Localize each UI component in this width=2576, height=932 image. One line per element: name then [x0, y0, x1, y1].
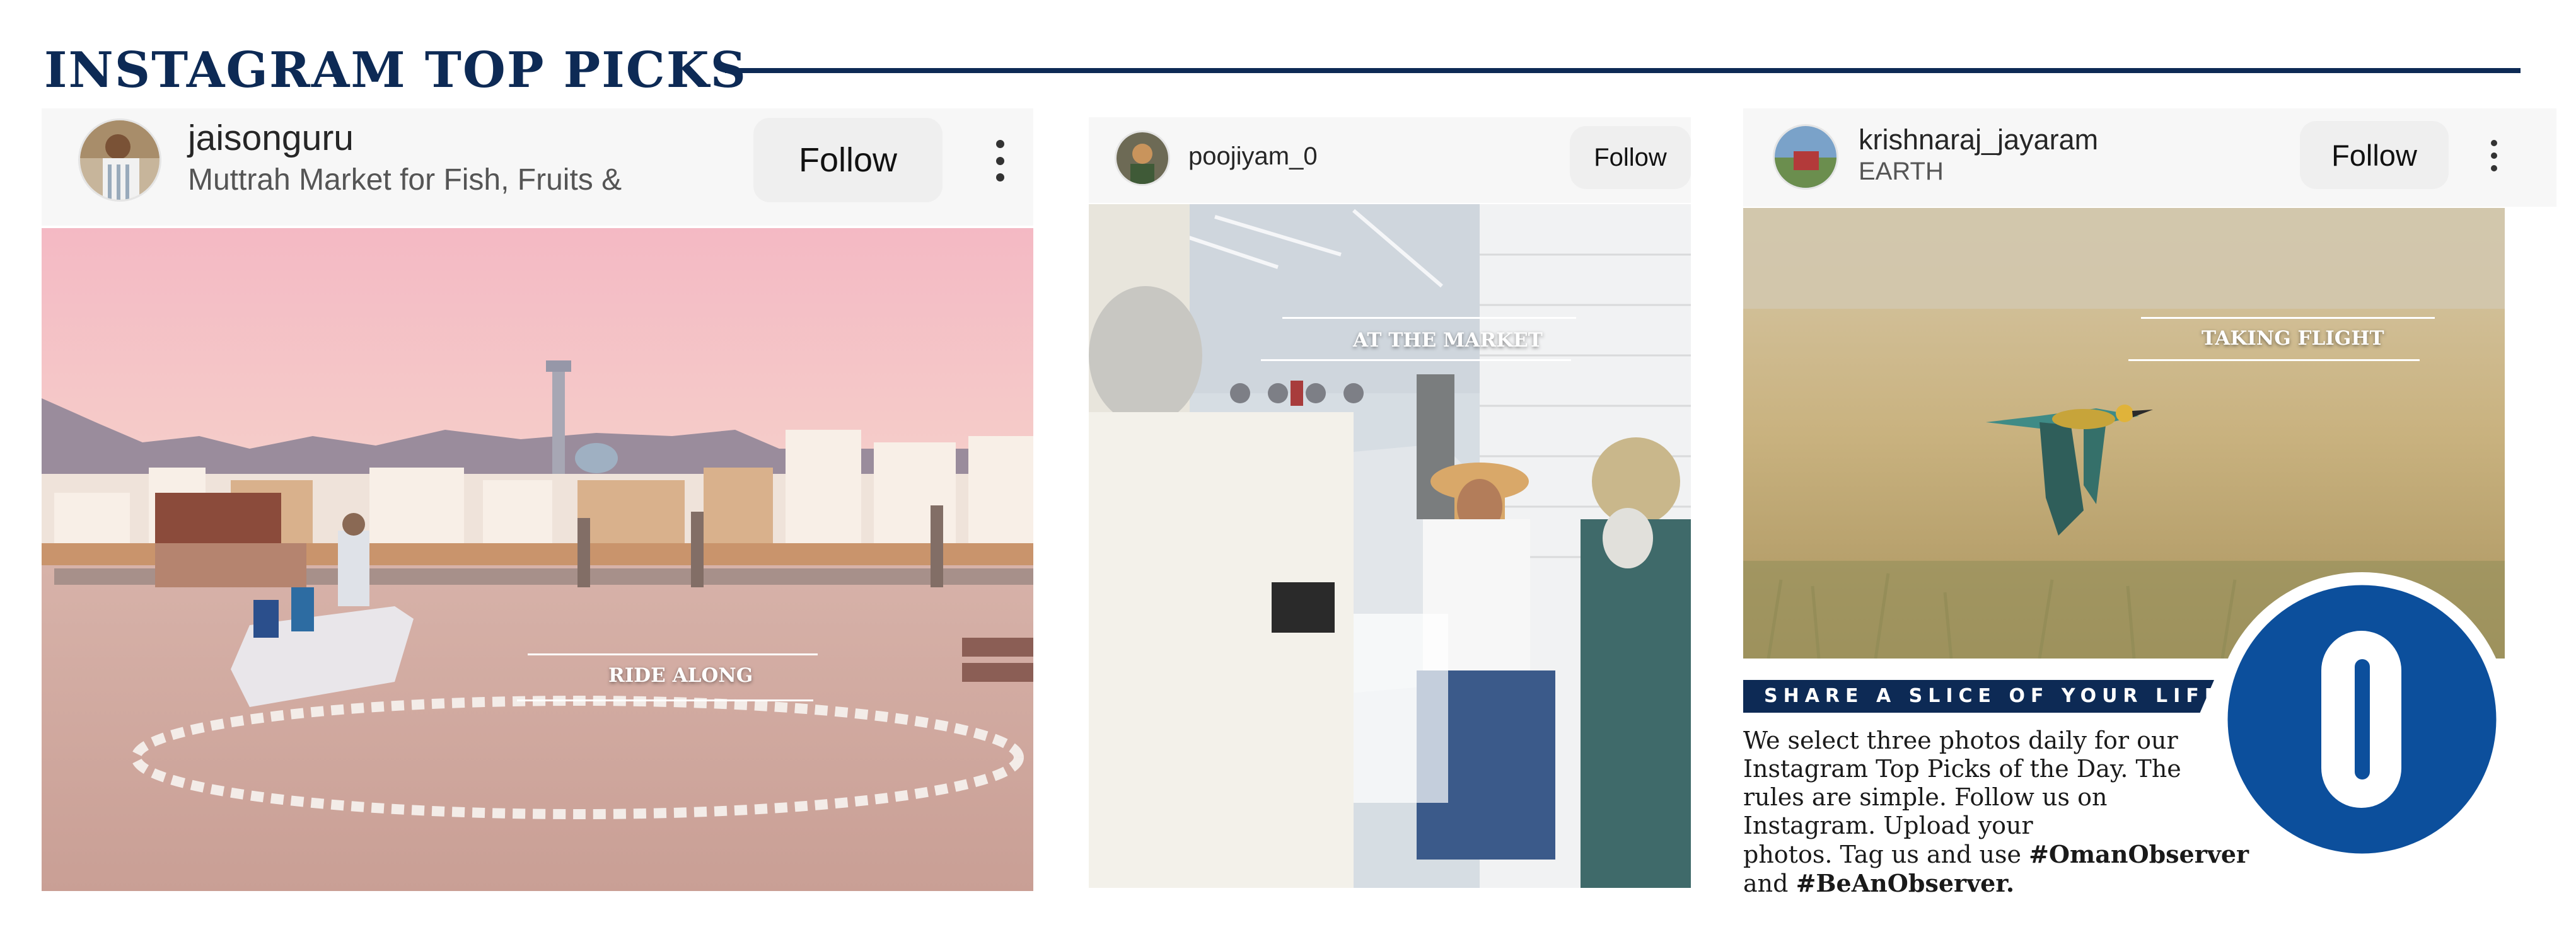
photo-caption: AT THE MARKET	[1353, 329, 1543, 352]
post-location[interactable]: Muttrah Market for Fish, Fruits &	[188, 163, 622, 197]
post-username[interactable]: poojiyam_0	[1188, 142, 1318, 171]
page-title: INSTAGRAM TOP PICKS	[44, 42, 747, 99]
promo-line: rules are simple. Follow us on	[1743, 783, 2108, 811]
share-banner-text: SHARE A SLICE OF YOUR LIFE	[1764, 685, 2224, 707]
post-location[interactable]: EARTH	[1859, 158, 1944, 186]
avatar[interactable]	[1773, 124, 1838, 190]
follow-button[interactable]: Follow	[753, 118, 943, 202]
promo-text: and	[1743, 870, 1789, 897]
promo-line: and #BeAnObserver.	[1743, 869, 2292, 898]
caption-line-bottom	[2128, 359, 2420, 361]
post-username[interactable]: krishnaraj_jayaram	[1859, 124, 2098, 156]
caption-line-top	[528, 653, 818, 655]
hashtag-be-an-observer[interactable]: #BeAnObserver.	[1796, 869, 2015, 897]
photo-caption: RIDE ALONG	[608, 664, 753, 687]
avatar[interactable]	[1115, 130, 1170, 186]
avatar[interactable]	[78, 118, 161, 202]
promo-text: photos. Tag us and use	[1743, 841, 2021, 868]
post-photo-market[interactable]	[1089, 204, 1691, 888]
promo-line: photos. Tag us and use #OmanObserver	[1743, 840, 2292, 869]
caption-line-top	[2141, 317, 2435, 319]
caption-line-bottom	[1261, 359, 1571, 361]
post-username[interactable]: jaisonguru	[188, 117, 354, 159]
promo-body: We select three photos daily for our Ins…	[1743, 727, 2292, 898]
promo-line: Instagram Top Picks of the Day. The	[1743, 755, 2181, 783]
caption-line-bottom	[517, 699, 813, 701]
photo-caption: TAKING FLIGHT	[2202, 327, 2384, 350]
follow-button[interactable]: Follow	[1570, 126, 1691, 189]
follow-button[interactable]: Follow	[2300, 121, 2449, 189]
oman-observer-logo	[2215, 572, 2509, 866]
more-vertical-icon[interactable]	[2489, 140, 2499, 171]
caption-line-top	[1282, 317, 1576, 319]
promo-line: We select three photos daily for our	[1743, 727, 2178, 754]
post-photo-harbor[interactable]	[42, 228, 1033, 891]
title-divider	[725, 68, 2521, 73]
more-vertical-icon[interactable]	[994, 140, 1006, 181]
promo-line: Instagram. Upload your	[1743, 812, 2033, 839]
